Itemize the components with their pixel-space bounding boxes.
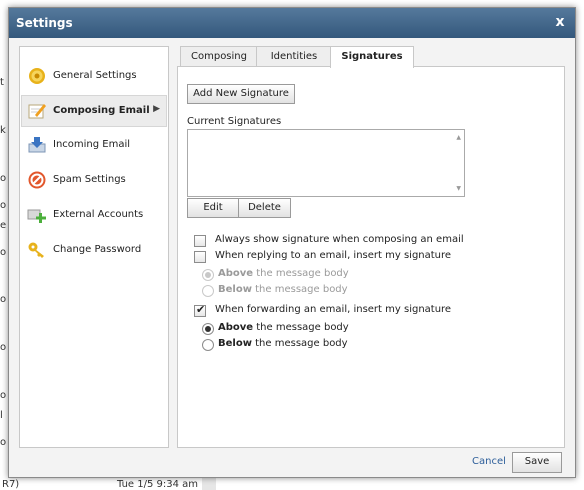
nav-item-label: General Settings <box>53 70 137 81</box>
tab-composing[interactable]: Composing <box>180 46 258 67</box>
nav-item-label: Incoming Email <box>53 139 131 150</box>
compose-icon <box>27 101 47 121</box>
background-fragment: o <box>0 342 7 353</box>
reply-above-label: Above the message body <box>218 268 349 279</box>
dialog-titlebar[interactable]: Settings x <box>9 8 575 38</box>
background-bottom-text: R7) <box>2 479 20 490</box>
key-icon <box>27 240 47 260</box>
background-fragment: l <box>0 410 3 421</box>
checkmark-icon: ✔ <box>196 303 206 316</box>
delete-button[interactable]: Delete <box>238 198 291 218</box>
background-fragment: k <box>0 125 6 136</box>
nav-item-composing-email[interactable]: Composing Email ▶ <box>21 95 167 127</box>
edit-button[interactable]: Edit <box>187 198 239 218</box>
settings-nav: General Settings Composing Email ▶ Incom… <box>19 46 169 448</box>
background-fragment: o <box>0 294 7 305</box>
background-fragment: o <box>0 173 7 184</box>
cancel-link[interactable]: Cancel <box>472 456 506 467</box>
forward-above-label: Above the message body <box>218 322 349 333</box>
scroll-down-icon[interactable]: ▼ <box>456 185 461 192</box>
forward-above-radio[interactable] <box>202 323 214 335</box>
close-icon[interactable]: x <box>551 13 569 31</box>
save-button[interactable]: Save <box>512 452 562 473</box>
add-account-icon <box>27 205 47 225</box>
forward-insert-signature-checkbox[interactable]: ✔ <box>194 303 206 317</box>
nav-item-spam-settings[interactable]: Spam Settings <box>22 165 166 195</box>
inbox-download-icon <box>27 135 47 155</box>
reply-insert-signature-label: When replying to an email, insert my sig… <box>215 250 452 261</box>
signatures-list[interactable]: ▲ ▼ <box>187 129 465 197</box>
nav-item-incoming-email[interactable]: Incoming Email <box>22 130 166 160</box>
tab-identities[interactable]: Identities <box>256 46 332 67</box>
nav-item-label: External Accounts <box>53 209 144 220</box>
reply-below-radio[interactable] <box>202 285 214 297</box>
no-entry-icon <box>27 170 47 190</box>
background-date: Tue 1/5 9:34 am <box>117 479 199 490</box>
gear-icon <box>27 66 47 86</box>
forward-below-label: Below the message body <box>218 338 348 349</box>
background-fragment: o <box>0 437 7 448</box>
background-fragment: t <box>0 77 4 88</box>
scroll-up-icon[interactable]: ▲ <box>456 134 461 141</box>
dialog-title: Settings <box>16 16 73 30</box>
settings-dialog: Settings x General Settings Composing Em… <box>8 7 576 478</box>
current-signatures-label: Current Signatures <box>187 116 282 127</box>
background-fragment: o <box>0 200 7 211</box>
reply-below-label: Below the message body <box>218 284 348 295</box>
background-fragment: o <box>0 247 7 258</box>
nav-item-label: Spam Settings <box>53 174 126 185</box>
always-show-signature-label: Always show signature when composing an … <box>215 234 464 245</box>
background-fragment: e <box>0 220 7 231</box>
nav-item-change-password[interactable]: Change Password <box>22 235 166 265</box>
nav-item-external-accounts[interactable]: External Accounts <box>22 200 166 230</box>
reply-insert-signature-checkbox[interactable] <box>194 251 206 263</box>
add-new-signature-button[interactable]: Add New Signature <box>187 84 295 104</box>
background-fragment: o <box>0 390 7 401</box>
nav-item-label: Change Password <box>53 244 142 255</box>
nav-item-general-settings[interactable]: General Settings <box>22 61 166 91</box>
chevron-right-icon: ▶ <box>153 104 160 114</box>
background-bottom-row <box>0 476 584 490</box>
tab-signatures[interactable]: Signatures <box>330 46 414 68</box>
reply-above-radio[interactable] <box>202 269 214 281</box>
always-show-signature-checkbox[interactable] <box>194 235 206 247</box>
forward-insert-signature-label: When forwarding an email, insert my sign… <box>215 304 452 315</box>
forward-below-radio[interactable] <box>202 339 214 351</box>
background-box <box>202 478 216 490</box>
nav-item-label: Composing Email <box>53 105 150 116</box>
